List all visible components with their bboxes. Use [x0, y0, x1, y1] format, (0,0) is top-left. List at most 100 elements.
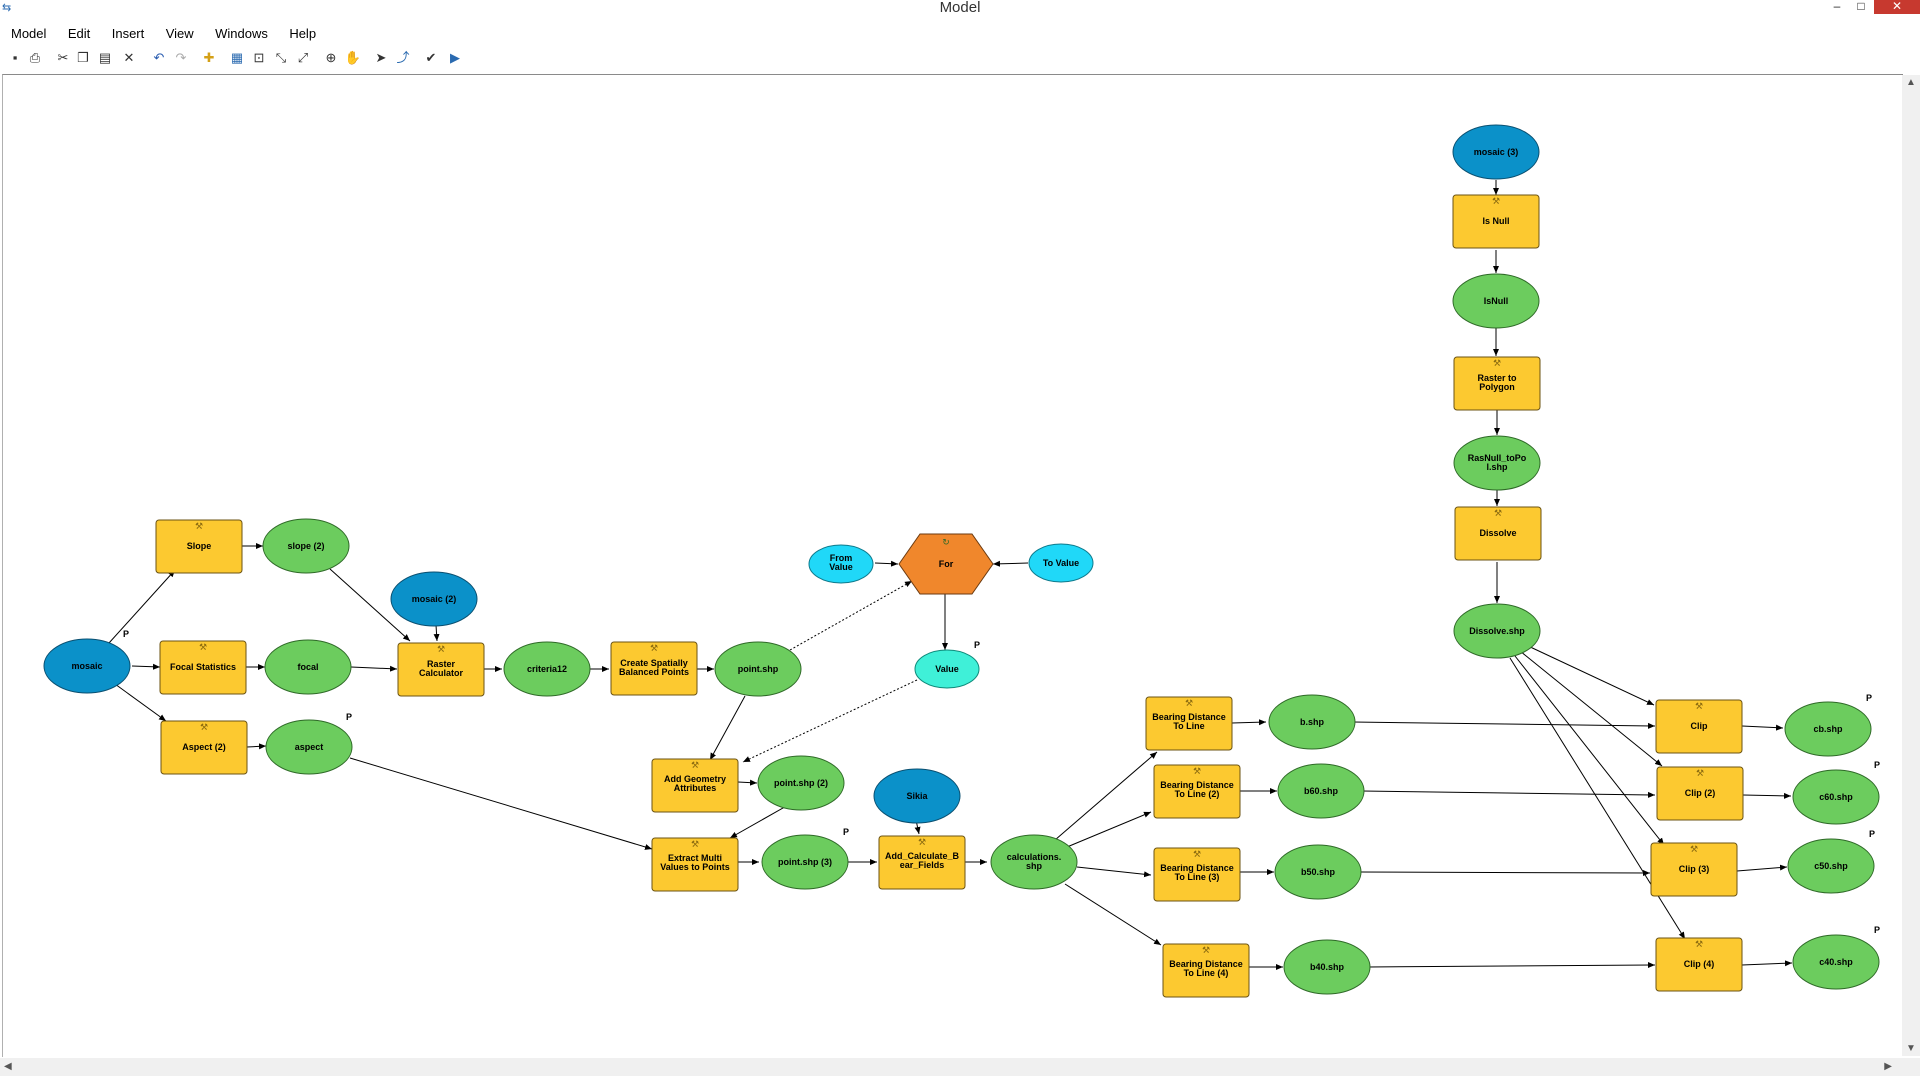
connector: [737, 779, 758, 786]
parameter-marker: P: [974, 640, 980, 650]
hammer-icon: ⚒: [1185, 699, 1193, 709]
parameter-marker: P: [123, 629, 129, 639]
connector: [729, 803, 791, 839]
label-mosaic: mosaic: [71, 661, 102, 671]
hammer-icon: ⚒: [918, 838, 926, 848]
label-slope: Slope: [187, 541, 212, 551]
connector: [246, 743, 267, 750]
connector: [1231, 719, 1267, 726]
hammer-icon: ⚒: [650, 644, 658, 654]
hammer-icon: ⚒: [1193, 850, 1201, 860]
label-aspect: aspect: [295, 742, 324, 752]
parameter-marker: P: [1874, 925, 1880, 935]
label-aspect-2: Aspect (2): [182, 742, 226, 752]
hammer-icon: ⚒: [1493, 359, 1501, 369]
label-c50-shp: c50.shp: [1814, 861, 1848, 871]
label-bdl-1b: To Line: [1173, 721, 1204, 731]
parameter-marker: P: [1869, 829, 1875, 839]
label-raster-to-polygon-2: Polygon: [1479, 382, 1515, 392]
label-cb-shp: cb.shp: [1813, 724, 1843, 734]
label-b50-shp: b50.shp: [1301, 867, 1336, 877]
label-point-shp: point.shp: [738, 664, 779, 674]
label-isnull: IsNull: [1484, 296, 1509, 306]
label-calc-shp-2: shp: [1026, 861, 1043, 871]
hammer-icon: ⚒: [195, 522, 203, 532]
connector: [1514, 655, 1665, 846]
connector: [874, 560, 899, 567]
label-b60-shp: b60.shp: [1304, 786, 1339, 796]
derived-data: [262, 273, 1880, 995]
label-rasnull-2: l.shp: [1486, 462, 1508, 472]
connector: [1525, 644, 1655, 706]
hammer-icon: ⚒: [1494, 509, 1502, 519]
label-focal-statistics: Focal Statistics: [170, 662, 236, 672]
hammer-icon: ⚒: [199, 643, 207, 653]
label-criteria12: criteria12: [527, 664, 567, 674]
label-create-points-2: Balanced Points: [619, 667, 689, 677]
iterator-icon: ↻: [942, 538, 950, 548]
label-clip-2: Clip (2): [1685, 788, 1716, 798]
label-extract-2: Values to Points: [660, 862, 730, 872]
label-bdl-2b: To Line (2): [1175, 789, 1220, 799]
hammer-icon: ⚒: [1492, 197, 1500, 207]
connector: [992, 560, 1029, 567]
connector: [1358, 869, 1651, 876]
connector: [1736, 864, 1788, 872]
label-mosaic-2: mosaic (2): [412, 594, 457, 604]
connector: [1054, 751, 1158, 841]
label-point-shp-3: point.shp (3): [778, 857, 832, 867]
hammer-icon: ⚒: [1695, 940, 1703, 950]
label-b40-shp: b40.shp: [1310, 962, 1345, 972]
connector: [1064, 883, 1162, 946]
hammer-icon: ⚒: [1695, 702, 1703, 712]
connector: [1367, 962, 1656, 969]
connector: [1741, 960, 1793, 967]
connector: [789, 580, 913, 651]
connector: [1076, 866, 1152, 878]
hammer-icon: ⚒: [691, 840, 699, 850]
label-from-value-2: Value: [829, 562, 853, 572]
label-clip: Clip: [1691, 721, 1709, 731]
hammer-icon: ⚒: [1202, 946, 1210, 956]
label-dissolve-shp: Dissolve.shp: [1469, 626, 1525, 636]
label-raster-calculator-2: Calculator: [419, 668, 464, 678]
connector: [1066, 811, 1152, 848]
parameter-marker: P: [1874, 760, 1880, 770]
model-diagram: ⚒ ⚒ ⚒ ⚒ ⚒ ⚒ ⚒ ⚒ ⚒ ⚒ ⚒ ⚒ ⚒ ⚒ ⚒ ⚒ ⚒ ⚒ ⚒ ↻ …: [43, 124, 1880, 998]
hammer-icon: ⚒: [200, 723, 208, 733]
connector: [349, 757, 653, 850]
connector: [433, 624, 440, 642]
parameter-marker: P: [346, 712, 352, 722]
label-clip-4: Clip (4): [1684, 959, 1715, 969]
parameter-markers: P P P P P P P P: [123, 629, 1880, 935]
hammer-icon: ⚒: [437, 645, 445, 655]
label-clip-3: Clip (3): [1679, 864, 1710, 874]
label-sikia: Sikia: [906, 791, 928, 801]
label-c60-shp: c60.shp: [1819, 792, 1853, 802]
label-add-geometry-2: Attributes: [674, 783, 717, 793]
hammer-icon: ⚒: [1696, 769, 1704, 779]
connector: [1361, 790, 1656, 798]
label-dissolve: Dissolve: [1479, 528, 1516, 538]
hammer-icon: ⚒: [691, 761, 699, 771]
hammer-icon: ⚒: [1193, 767, 1201, 777]
hammer-icon: ⚒: [1690, 845, 1698, 855]
label-bdl-4b: To Line (4): [1184, 968, 1229, 978]
label-slope-2: slope (2): [287, 541, 324, 551]
label-point-shp-2: point.shp (2): [774, 778, 828, 788]
parameter-marker: P: [1866, 693, 1872, 703]
label-bdl-3b: To Line (3): [1175, 872, 1220, 882]
label-b-shp: b.shp: [1300, 717, 1325, 727]
label-for: For: [939, 559, 954, 569]
connector: [131, 663, 161, 670]
connector: [108, 569, 176, 644]
parameter-marker: P: [843, 827, 849, 837]
connector: [1741, 724, 1784, 731]
connector: [114, 683, 167, 722]
connector: [1742, 792, 1792, 799]
label-focal: focal: [297, 662, 318, 672]
label-c40-shp: c40.shp: [1819, 957, 1853, 967]
label-is-null: Is Null: [1482, 216, 1509, 226]
label-to-value: To Value: [1043, 558, 1079, 568]
connector: [709, 695, 746, 761]
